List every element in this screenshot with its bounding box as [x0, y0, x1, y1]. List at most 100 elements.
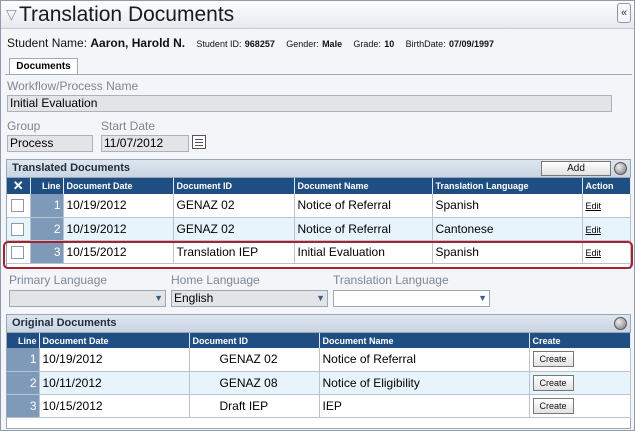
col-document-date: Document Date	[39, 333, 190, 348]
row-document-name: Initial Evaluation	[294, 240, 433, 264]
group-label: Group	[7, 119, 41, 133]
student-info: Student Name: Aaron, Harold N. Student I…	[7, 36, 502, 52]
original-documents-table: Line Document Date Document ID Document …	[7, 333, 631, 418]
row-document-id: GENAZ 02	[189, 348, 320, 372]
create-button[interactable]: Create	[532, 397, 574, 414]
col-line: Line	[7, 333, 40, 348]
grade-value: 10	[384, 39, 395, 49]
birthdate-value: 07/09/1997	[449, 39, 495, 49]
tab-divider	[5, 74, 632, 75]
row-document-name: Notice of Referral	[294, 194, 433, 218]
create-button[interactable]: Create	[532, 374, 574, 391]
row-date: 10/11/2012	[39, 371, 190, 395]
title-bar: ▽ Translation Documents «	[1, 1, 634, 29]
row-date: 10/19/2012	[39, 348, 190, 372]
translated-documents-table: ✕ Line Document Date Document ID Documen…	[7, 178, 631, 264]
row-document-id: Translation IEP	[173, 240, 295, 264]
student-id-label: Student ID:	[196, 39, 242, 49]
chevron-down-icon: ▼	[316, 293, 325, 303]
row-translation-language: Spanish	[432, 194, 583, 218]
original-documents-section: Original Documents Line Document Date Do…	[6, 314, 631, 429]
table-row: 2 10/19/2012 GENAZ 02 Notice of Referral…	[7, 217, 631, 241]
col-translation-language: Translation Language	[432, 178, 583, 194]
workflow-field[interactable]: Initial Evaluation	[7, 95, 612, 112]
calendar-icon[interactable]	[192, 135, 206, 149]
grade-label: Grade:	[353, 39, 381, 49]
gender-value: Male	[322, 39, 343, 49]
row-line: 2	[30, 217, 64, 241]
row-document-name: Notice of Referral	[294, 217, 433, 241]
row-line: 3	[30, 240, 64, 264]
translated-documents-section: Translated Documents Add ✕ Line Document…	[6, 159, 631, 269]
table-row: 3 10/15/2012 Translation IEP Initial Eva…	[7, 240, 631, 264]
row-date: 10/19/2012	[63, 194, 174, 218]
row-line: 2	[7, 371, 40, 395]
row-translation-language: Cantonese	[432, 217, 583, 241]
student-id: 968257	[244, 39, 275, 49]
page-title: Translation Documents	[19, 3, 235, 26]
row-document-name: IEP	[319, 394, 530, 418]
collapse-button[interactable]: «	[617, 3, 631, 23]
delete-column-header-icon: ✕	[7, 178, 31, 194]
edit-link[interactable]: Edit	[586, 225, 602, 235]
table-row: 1 10/19/2012 GENAZ 02 Notice of Referral…	[7, 348, 631, 372]
start-date-field[interactable]: 11/07/2012	[101, 135, 189, 152]
home-language-label: Home Language	[171, 273, 260, 287]
funnel-icon: ▽	[6, 6, 17, 22]
col-document-id: Document ID	[173, 178, 295, 194]
workflow-label: Workflow/Process Name	[7, 79, 139, 93]
window-frame: ▽ Translation Documents « Student Name: …	[0, 0, 635, 431]
section-toggle-icon[interactable]	[614, 317, 627, 330]
row-document-name: Notice of Referral	[319, 348, 530, 372]
original-documents-title: Original Documents	[12, 317, 117, 329]
edit-link[interactable]: Edit	[586, 248, 602, 258]
row-date: 10/19/2012	[63, 217, 174, 241]
row-document-id: GENAZ 02	[173, 194, 295, 218]
row-line: 1	[7, 348, 40, 372]
table-row: 3 10/15/2012 Draft IEP IEP Create	[7, 394, 631, 418]
row-document-name: Notice of Eligibility	[319, 371, 530, 395]
student-name-label: Student Name:	[7, 36, 88, 50]
original-documents-header: Original Documents	[7, 315, 630, 333]
row-date: 10/15/2012	[63, 240, 174, 264]
row-document-id: GENAZ 02	[173, 217, 295, 241]
translation-language-select[interactable]: ▼	[333, 290, 490, 307]
table-row: 2 10/11/2012 GENAZ 08 Notice of Eligibil…	[7, 371, 631, 395]
col-line: Line	[30, 178, 64, 194]
group-field[interactable]: Process	[7, 135, 93, 152]
row-document-id: GENAZ 08	[189, 371, 320, 395]
student-name: Aaron, Harold N.	[90, 36, 186, 50]
translated-documents-title: Translated Documents	[12, 162, 130, 174]
gender-label: Gender:	[286, 39, 319, 49]
col-document-id: Document ID	[189, 333, 320, 348]
col-action: Action	[582, 178, 631, 194]
primary-language-label: Primary Language	[9, 273, 108, 287]
row-date: 10/15/2012	[39, 394, 190, 418]
col-document-name: Document Name	[319, 333, 530, 348]
primary-language-select[interactable]: ▼	[9, 290, 166, 307]
col-document-date: Document Date	[63, 178, 174, 194]
edit-link[interactable]: Edit	[586, 201, 602, 211]
col-create: Create	[529, 333, 631, 348]
row-checkbox[interactable]	[11, 199, 24, 213]
col-document-name: Document Name	[294, 178, 433, 194]
row-checkbox[interactable]	[11, 222, 24, 236]
add-button[interactable]: Add	[541, 161, 611, 176]
tab-documents[interactable]: Documents	[9, 58, 78, 75]
translation-language-label: Translation Language	[333, 273, 449, 287]
section-toggle-icon[interactable]	[614, 162, 627, 175]
row-translation-language: Spanish	[432, 240, 583, 264]
birthdate-label: BirthDate:	[405, 39, 446, 49]
row-line: 3	[7, 394, 40, 418]
home-language-value: English	[174, 291, 214, 305]
row-document-id: Draft IEP	[189, 394, 320, 418]
chevron-down-icon: ▼	[478, 293, 487, 303]
row-checkbox[interactable]	[11, 245, 24, 259]
home-language-select[interactable]: English ▼	[171, 290, 328, 307]
row-line: 1	[30, 194, 64, 218]
create-button[interactable]: Create	[532, 351, 574, 368]
chevron-down-icon: ▼	[154, 293, 163, 303]
start-date-label: Start Date	[101, 119, 156, 133]
table-row: 1 10/19/2012 GENAZ 02 Notice of Referral…	[7, 194, 631, 218]
translated-documents-header: Translated Documents Add	[7, 160, 630, 178]
